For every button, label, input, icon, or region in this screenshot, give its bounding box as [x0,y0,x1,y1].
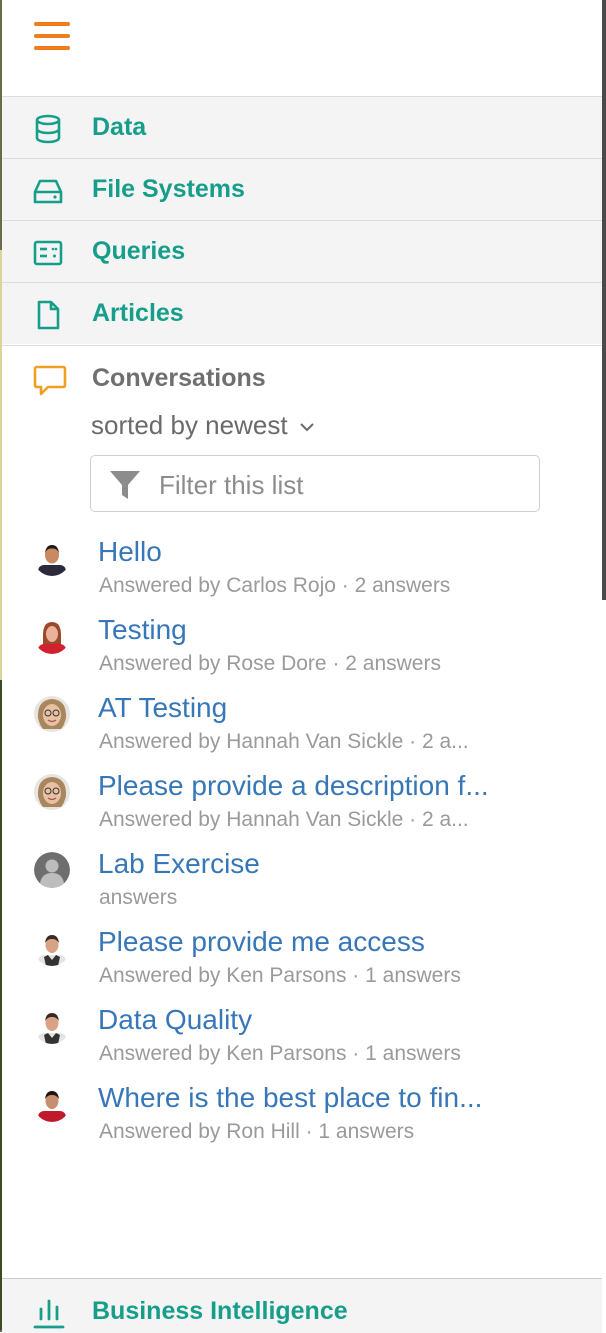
query-list-icon [33,240,63,266]
nav-item-queries[interactable]: Queries [2,220,602,282]
conversation-link[interactable]: Data Quality [98,1004,518,1036]
conversation-link[interactable]: Hello [98,536,518,568]
database-icon [35,114,61,144]
chevron-down-icon [300,423,314,432]
sidebar-panel: Data File Systems Queries Articles Conve… [2,0,602,1333]
filter-box [90,455,540,512]
user-avatar [34,774,70,810]
conversation-meta: Answered by Hannah Van Sickle · 2 a... [99,730,469,753]
hard-drive-icon [33,179,63,204]
document-icon [37,300,60,330]
list-item[interactable]: Where is the best place to fin... Answer… [2,1082,602,1160]
conversation-link[interactable]: AT Testing [98,692,518,724]
user-avatar [34,696,70,732]
user-avatar [34,1008,70,1044]
conversation-meta: Answered by Ken Parsons · 1 answers [99,964,461,987]
user-avatar [34,540,70,576]
user-avatar [34,618,70,654]
filter-icon [110,471,140,499]
list-item[interactable]: AT Testing Answered by Hannah Van Sickle… [2,692,602,770]
nav-item-label: Data [92,113,147,141]
nav-item-business-intelligence[interactable]: Business Intelligence [2,1278,602,1333]
user-avatar [34,930,70,966]
conversation-link[interactable]: Where is the best place to fin... [98,1082,518,1114]
list-item[interactable]: Please provide me access Answered by Ken… [2,926,602,1004]
nav-item-file-systems[interactable]: File Systems [2,158,602,220]
conversations-section: Conversations sorted by newest Hell [2,345,602,1281]
conversation-link[interactable]: Please provide a description f... [98,770,518,802]
speech-bubble-icon [33,365,67,396]
conversation-list: Hello Answered by Carlos Rojo · 2 answer… [2,536,602,1160]
section-title: Conversations [92,364,266,392]
default-user-avatar [34,852,70,888]
conversation-link[interactable]: Testing [98,614,518,646]
conversation-meta: Answered by Rose Dore · 2 answers [99,652,441,675]
conversation-meta: Answered by Carlos Rojo · 2 answers [99,574,451,597]
filter-input[interactable] [157,466,521,504]
conversation-meta: answers [99,886,178,909]
conversation-meta: Answered by Ken Parsons · 1 answers [99,1042,461,1065]
list-item[interactable]: Data Quality Answered by Ken Parsons · 1… [2,1004,602,1082]
top-bar [2,0,602,96]
conversation-meta: Answered by Ron Hill · 1 answers [99,1120,415,1143]
sort-label: sorted by newest [91,410,288,440]
nav-item-label: Queries [92,237,186,265]
nav-item-label: Articles [92,299,184,327]
nav-item-label: File Systems [92,175,245,203]
conversation-meta: Answered by Hannah Van Sickle · 2 a... [99,808,469,831]
conversation-link[interactable]: Lab Exercise [98,848,518,880]
list-item[interactable]: Please provide a description f... Answer… [2,770,602,848]
nav-item-articles[interactable]: Articles [2,282,602,344]
list-item[interactable]: Lab Exercise answers [2,848,602,926]
bar-chart-icon [33,1299,65,1329]
sort-dropdown[interactable]: sorted by newest [91,410,315,441]
conversation-link[interactable]: Please provide me access [98,926,518,958]
list-item[interactable]: Hello Answered by Carlos Rojo · 2 answer… [2,536,602,614]
list-item[interactable]: Testing Answered by Rose Dore · 2 answer… [2,614,602,692]
hamburger-menu-icon[interactable] [34,22,70,52]
scrollbar[interactable] [602,0,606,600]
nav-item-label: Business Intelligence [92,1297,348,1325]
nav-item-data[interactable]: Data [2,96,602,158]
user-avatar [34,1086,70,1122]
